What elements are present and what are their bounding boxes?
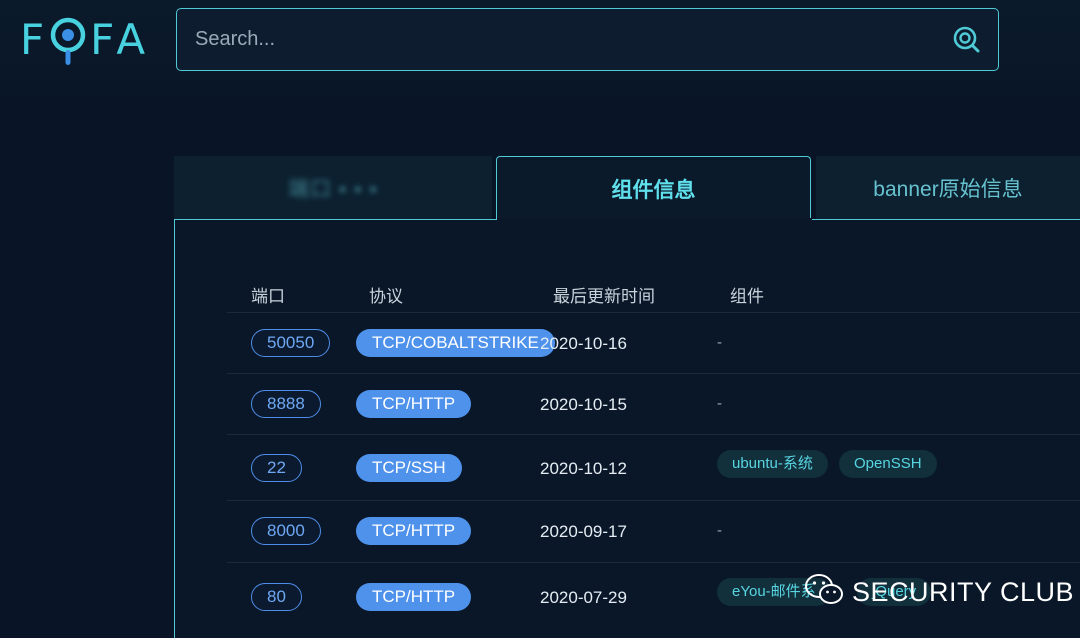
wechat-icon bbox=[804, 572, 844, 613]
table-row: 8000 TCP/HTTP 2020-09-17 - bbox=[227, 500, 1080, 562]
tab-bar: 端口 ▪ ▪ ▪ 组件信息 banner原始信息 bbox=[174, 156, 1080, 220]
header-protocol: 协议 bbox=[369, 287, 403, 306]
protocol-badge[interactable]: TCP/HTTP bbox=[356, 517, 472, 545]
port-badge[interactable]: 22 bbox=[251, 454, 302, 482]
port-badge[interactable]: 8000 bbox=[251, 517, 321, 545]
protocol-badge[interactable]: TCP/HTTP bbox=[356, 583, 472, 611]
protocol-badge[interactable]: TCP/COBALTSTRIKE bbox=[356, 329, 555, 357]
tab-port-info[interactable]: 端口 ▪ ▪ ▪ bbox=[174, 156, 492, 220]
logo-o-pin-icon bbox=[48, 12, 88, 66]
watermark: SECURITY CLUB bbox=[804, 572, 1074, 612]
table-row: 22 TCP/SSH 2020-10-12 ubuntu-系统 OpenSSH bbox=[227, 434, 1080, 500]
date-cell: 2020-10-12 bbox=[540, 459, 627, 478]
component-tag[interactable]: ubuntu-系统 bbox=[717, 450, 828, 478]
date-cell: 2020-10-16 bbox=[540, 334, 627, 353]
header-last-updated: 最后更新时间 bbox=[553, 287, 655, 306]
tab-banner-raw-label: banner原始信息 bbox=[873, 178, 1023, 201]
fofa-logo[interactable]: F F A bbox=[20, 12, 147, 66]
logo-a: A bbox=[116, 14, 148, 64]
table-row: 8888 TCP/HTTP 2020-10-15 - bbox=[227, 373, 1080, 435]
search-box[interactable] bbox=[176, 8, 999, 71]
tab-component-info[interactable]: 组件信息 bbox=[496, 156, 811, 220]
tab-component-info-label: 组件信息 bbox=[611, 178, 696, 202]
table-header: 端口 协议 最后更新时间 组件 bbox=[227, 280, 1080, 310]
port-badge[interactable]: 80 bbox=[251, 583, 302, 611]
date-cell: 2020-07-29 bbox=[540, 588, 627, 607]
date-cell: 2020-10-15 bbox=[540, 395, 627, 414]
watermark-text: SECURITY CLUB bbox=[852, 576, 1075, 607]
components-empty: - bbox=[717, 522, 722, 539]
protocol-badge[interactable]: TCP/SSH bbox=[356, 454, 462, 482]
tab-banner-raw[interactable]: banner原始信息 bbox=[816, 156, 1080, 220]
protocol-badge[interactable]: TCP/HTTP bbox=[356, 390, 472, 418]
tab-port-info-label: 端口 ▪ ▪ ▪ bbox=[288, 178, 378, 201]
logo-f2: F bbox=[90, 14, 117, 64]
logo-f1: F bbox=[20, 14, 47, 64]
header-port: 端口 bbox=[251, 287, 285, 306]
components-empty: - bbox=[717, 395, 722, 412]
component-tag[interactable]: OpenSSH bbox=[839, 450, 937, 478]
date-cell: 2020-09-17 bbox=[540, 522, 627, 541]
search-icon[interactable] bbox=[952, 25, 980, 53]
active-tab-joiner bbox=[497, 218, 812, 222]
port-badge[interactable]: 50050 bbox=[251, 329, 331, 357]
port-badge[interactable]: 8888 bbox=[251, 390, 321, 418]
header-components: 组件 bbox=[730, 287, 764, 306]
table-row: 50050 TCP/COBALTSTRIKE 2020-10-16 - bbox=[227, 312, 1080, 374]
search-input[interactable] bbox=[195, 9, 935, 69]
components-empty: - bbox=[717, 334, 722, 351]
